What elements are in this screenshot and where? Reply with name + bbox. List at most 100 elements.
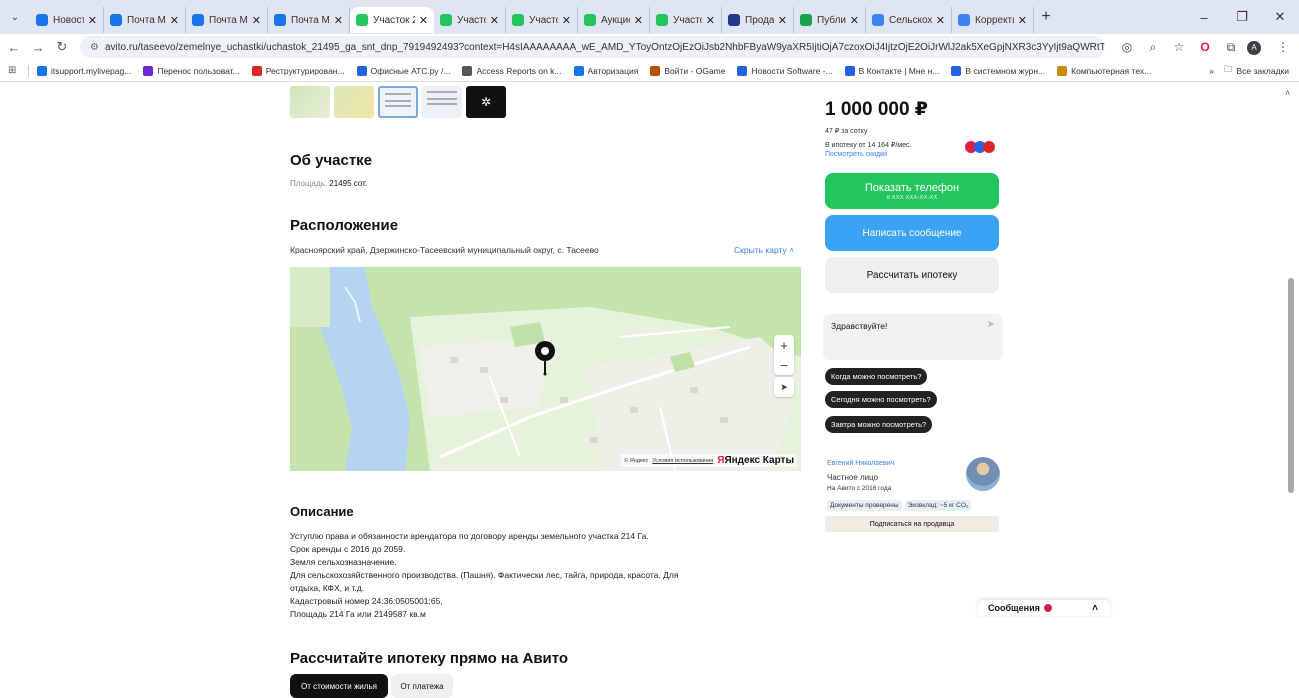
- tab-from-payment[interactable]: От платежа: [391, 674, 453, 698]
- tab-close-icon[interactable]: ✕: [252, 14, 261, 27]
- tab-close-icon[interactable]: ✕: [419, 14, 428, 27]
- extensions-icon[interactable]: ⧉: [1221, 40, 1241, 55]
- bank-logo-icon: [983, 141, 995, 153]
- eye-off-icon[interactable]: ◎: [1117, 40, 1137, 54]
- zoom-in-icon[interactable]: +: [774, 335, 794, 355]
- tab-close-icon[interactable]: ✕: [88, 14, 97, 27]
- back-icon[interactable]: ←: [4, 40, 24, 55]
- tab-favicon-icon: [728, 14, 740, 26]
- tab-close-icon[interactable]: ✕: [634, 14, 643, 27]
- browser-tab[interactable]: Почта Ma ✕: [268, 7, 350, 33]
- profile-avatar-icon[interactable]: A: [1247, 39, 1267, 55]
- tab-from-price[interactable]: От стоимости жилья: [290, 674, 388, 698]
- zoom-out-icon[interactable]: −: [774, 355, 794, 375]
- price: 1 000 000 ₽: [825, 99, 929, 120]
- bookmark-item[interactable]: В системном журн...: [951, 65, 1045, 76]
- page-scrollbar[interactable]: [1287, 82, 1295, 698]
- bookmark-item[interactable]: В Контакте | Мне н...: [844, 65, 939, 76]
- tab-close-icon[interactable]: ✕: [562, 14, 571, 27]
- bookmark-item[interactable]: Войти - OGame: [650, 65, 725, 76]
- bookmark-item[interactable]: Офисные АТС.ру /...: [356, 65, 450, 76]
- quick-question-chip[interactable]: Когда можно посмотреть?: [825, 368, 928, 385]
- tab-close-icon[interactable]: ✕: [706, 14, 715, 27]
- bookmark-favicon-icon: [650, 65, 661, 76]
- messages-widget[interactable]: Сообщения ˄: [978, 600, 1110, 616]
- tab-close-icon[interactable]: ✕: [936, 14, 945, 27]
- bookmark-item[interactable]: itsupport.mylivepag...: [37, 65, 132, 76]
- message-input[interactable]: Здравствуйте! ➤: [823, 314, 1003, 360]
- site-info-icon[interactable]: ⚙: [90, 42, 99, 53]
- thumbnail-map-2[interactable]: [334, 86, 374, 118]
- reload-icon[interactable]: ↻: [52, 39, 72, 55]
- browser-tab[interactable]: Участок 2 ✕: [434, 7, 506, 33]
- tab-label: Новость: [53, 14, 84, 26]
- new-tab-icon[interactable]: +: [1034, 8, 1058, 26]
- bookmark-item[interactable]: Access Reports on k...: [462, 65, 562, 76]
- maximize-icon[interactable]: ❐: [1223, 9, 1261, 25]
- browser-tab[interactable]: Участок 2 ✕: [506, 7, 578, 33]
- description-line: Земля сельхозназначение.: [290, 557, 397, 567]
- chevron-up-icon[interactable]: ˄: [1092, 603, 1098, 614]
- seller-name-link[interactable]: Евгений Николаевич: [827, 460, 894, 467]
- area-label: Площадь:: [290, 179, 328, 188]
- bookmark-item[interactable]: Перенос пользоват...: [143, 65, 240, 76]
- browser-tab[interactable]: Почта Ma ✕: [104, 7, 186, 33]
- browser-tab[interactable]: Публично ✕: [794, 7, 866, 33]
- thumbnail-doc-1[interactable]: [378, 86, 418, 118]
- calc-mortgage-button[interactable]: Рассчитать ипотеку: [825, 257, 999, 293]
- location-map[interactable]: + − ➤ © Яндекс Условия использования ЯЯн…: [290, 267, 801, 471]
- tab-close-icon[interactable]: ✕: [334, 14, 343, 27]
- map-brand[interactable]: ЯЯндекс Карты: [717, 455, 794, 466]
- browser-tab[interactable]: Новость ✕: [30, 7, 104, 33]
- send-icon[interactable]: ➤: [987, 319, 995, 330]
- browser-tab[interactable]: Аукцион ✕: [578, 7, 650, 33]
- bookmark-item[interactable]: Реструктурирован...: [251, 65, 345, 76]
- tabs: Новость✕Почта Ma✕Почта Ma✕Почта Ma✕Участ…: [30, 1, 1034, 33]
- tab-favicon-icon: [440, 14, 452, 26]
- all-bookmarks-link[interactable]: Все закладки: [1236, 66, 1289, 76]
- thumbnail-map-1[interactable]: [290, 86, 330, 118]
- bookmarks-more-icon[interactable]: »: [1209, 66, 1214, 76]
- tab-close-icon[interactable]: ✕: [850, 14, 859, 27]
- thumbnail-more-icon[interactable]: ✲: [466, 86, 506, 118]
- browser-menu-icon[interactable]: ⋮: [1273, 40, 1293, 54]
- zoom-icon[interactable]: ⌕: [1143, 40, 1163, 55]
- tab-close-icon[interactable]: ✕: [490, 14, 499, 27]
- browser-tab[interactable]: Корректи ✕: [952, 7, 1034, 33]
- show-phone-button[interactable]: Показать телефон 8 XXX XXX-XX-XX: [825, 173, 999, 209]
- thumbnail-doc-2[interactable]: [422, 86, 462, 118]
- tab-close-icon[interactable]: ✕: [1018, 14, 1027, 27]
- bookmark-item[interactable]: Компьютерная тех...: [1057, 65, 1151, 76]
- browser-tab[interactable]: Участок 1 ✕: [650, 7, 722, 33]
- tab-search-icon[interactable]: ⌄: [0, 0, 30, 34]
- opera-icon[interactable]: O: [1195, 40, 1215, 54]
- bookmark-star-icon[interactable]: ☆: [1169, 40, 1189, 54]
- tab-close-icon[interactable]: ✕: [778, 14, 787, 27]
- tab-label: Участок 1: [673, 14, 702, 26]
- seller-avatar[interactable]: [966, 457, 1000, 491]
- write-message-button[interactable]: Написать сообщение: [825, 215, 999, 251]
- bookmark-item[interactable]: Авторизация: [573, 65, 638, 76]
- bookmark-label: itsupport.mylivepag...: [51, 65, 132, 76]
- address: Красноярский край, Дзержинско-Тасеевский…: [290, 245, 599, 255]
- map-terms-link[interactable]: Условия использования: [652, 458, 713, 464]
- browser-tab[interactable]: Почта Ma ✕: [186, 7, 268, 33]
- browser-tab[interactable]: Участок 2 ✕: [350, 7, 434, 33]
- url-field[interactable]: ⚙ avito.ru/taseevo/zemelnye_uchastki/uch…: [80, 36, 1105, 58]
- close-window-icon[interactable]: ✕: [1261, 9, 1299, 25]
- browser-tab[interactable]: Сельскох ✕: [866, 7, 952, 33]
- browser-tab[interactable]: Продаю у ✕: [722, 7, 794, 33]
- quick-question-chip[interactable]: Завтра можно посмотреть?: [825, 416, 933, 433]
- hide-map-link[interactable]: Скрыть карту ˄: [734, 245, 794, 255]
- map-pin-icon[interactable]: [534, 340, 556, 376]
- geolocate-icon[interactable]: ➤: [774, 377, 794, 397]
- minimize-icon[interactable]: –: [1185, 10, 1223, 25]
- scrollbar-thumb[interactable]: [1288, 278, 1294, 493]
- subscribe-button[interactable]: Подписаться на продавца: [825, 516, 999, 532]
- tab-close-icon[interactable]: ✕: [170, 14, 179, 27]
- forward-icon[interactable]: →: [28, 40, 48, 55]
- see-discounts-link[interactable]: Посмотреть скидки: [825, 151, 887, 158]
- quick-question-chip[interactable]: Сегодня можно посмотреть?: [825, 391, 937, 408]
- apps-icon[interactable]: ⊞: [8, 65, 28, 76]
- bookmark-item[interactable]: Новости Software -...: [737, 65, 833, 76]
